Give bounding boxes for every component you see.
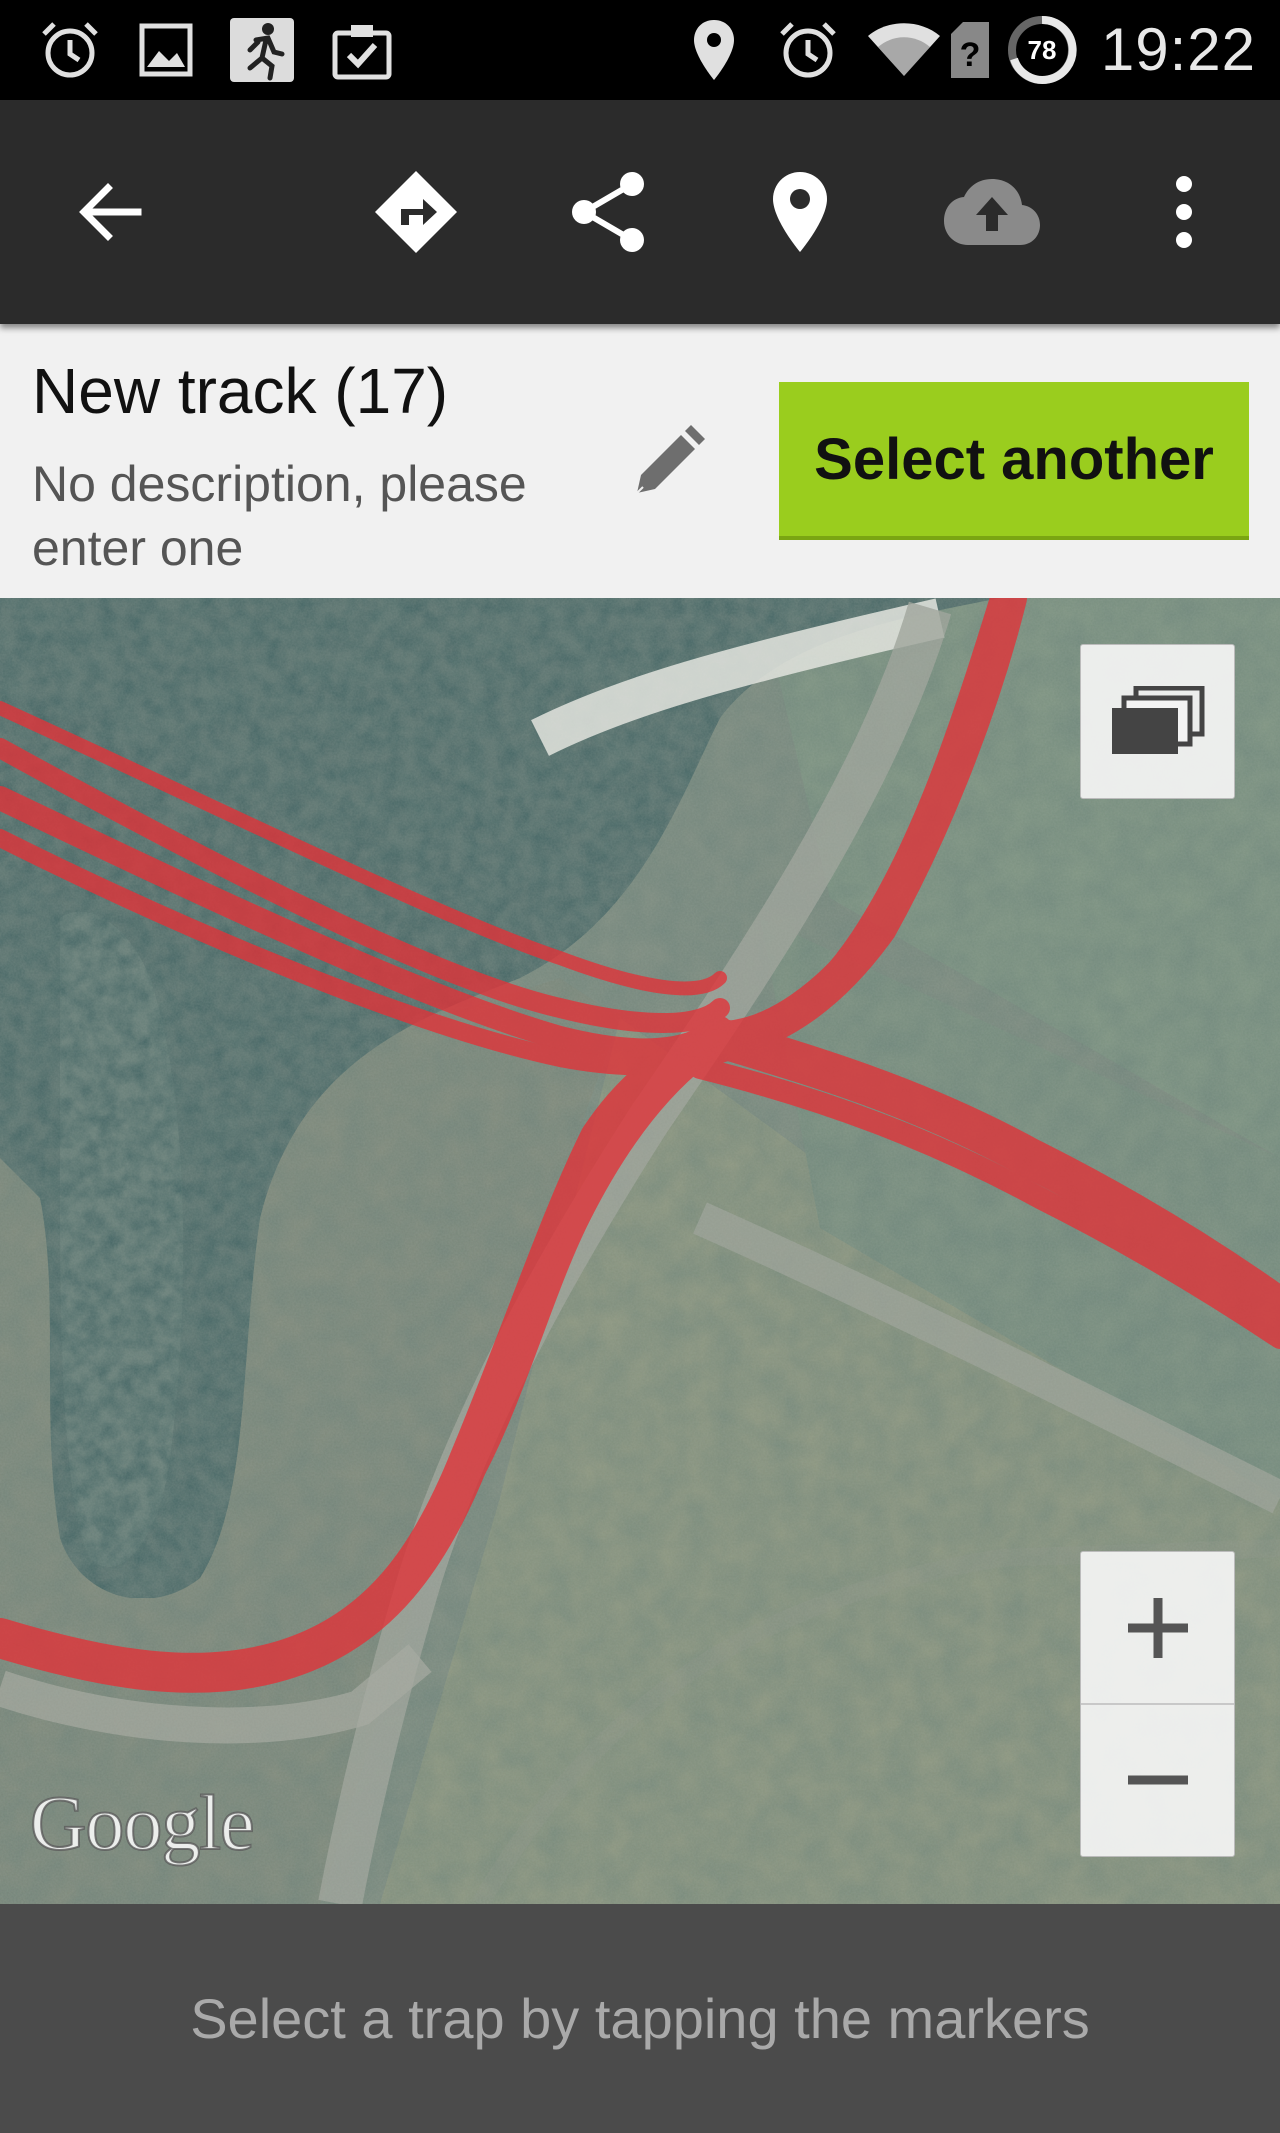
image-icon <box>130 14 202 86</box>
clipboard-check-icon <box>326 14 398 86</box>
hint-text: Select a trap by tapping the markers <box>190 1987 1090 2050</box>
edit-description-button[interactable] <box>618 412 718 512</box>
cloud-upload-icon <box>944 179 1040 245</box>
overflow-menu-icon <box>1176 176 1192 248</box>
no-sim-icon: ? <box>946 14 994 86</box>
directions-icon <box>375 171 457 253</box>
upload-button[interactable] <box>932 152 1052 272</box>
back-arrow-icon <box>79 183 142 241</box>
alarm-icon <box>34 14 106 86</box>
layers-icon <box>1111 685 1204 754</box>
pencil-icon <box>636 425 705 494</box>
running-app-icon <box>226 14 298 86</box>
overflow-menu-button[interactable] <box>1124 152 1244 272</box>
hint-bar: Select a trap by tapping the markers <box>0 1904 1280 2133</box>
track-title: New track (17) <box>32 355 449 427</box>
alarm-icon <box>772 14 844 86</box>
share-icon <box>572 172 644 252</box>
location-pin-icon <box>686 14 742 86</box>
track-description[interactable]: No description, please enter one <box>32 452 592 580</box>
place-icon <box>773 172 827 252</box>
zoom-out-icon <box>1127 1775 1188 1784</box>
battery-level: 78 <box>1028 35 1057 65</box>
share-button[interactable] <box>548 152 668 272</box>
clock: 19:22 <box>1100 16 1256 83</box>
map-view[interactable]: Google <box>0 598 1280 1904</box>
directions-button[interactable] <box>356 152 476 272</box>
place-button[interactable] <box>740 152 860 272</box>
zoom-controls <box>1080 1551 1235 1857</box>
wifi-icon <box>864 14 944 86</box>
google-attribution: Google <box>29 1778 256 1867</box>
battery-icon: 78 <box>1004 14 1080 86</box>
zoom-in-icon <box>1127 1597 1188 1658</box>
zoom-in-button[interactable] <box>1081 1552 1234 1705</box>
status-bar: ? 78 19:22 <box>0 0 1280 100</box>
track-header: New track (17) No description, please en… <box>0 324 1280 598</box>
svg-text:?: ? <box>960 36 981 74</box>
zoom-out-button[interactable] <box>1081 1704 1234 1855</box>
select-another-button[interactable]: Select another <box>779 382 1249 540</box>
map-layers-button[interactable] <box>1080 644 1235 799</box>
action-bar <box>0 100 1280 324</box>
back-button[interactable] <box>50 152 170 272</box>
